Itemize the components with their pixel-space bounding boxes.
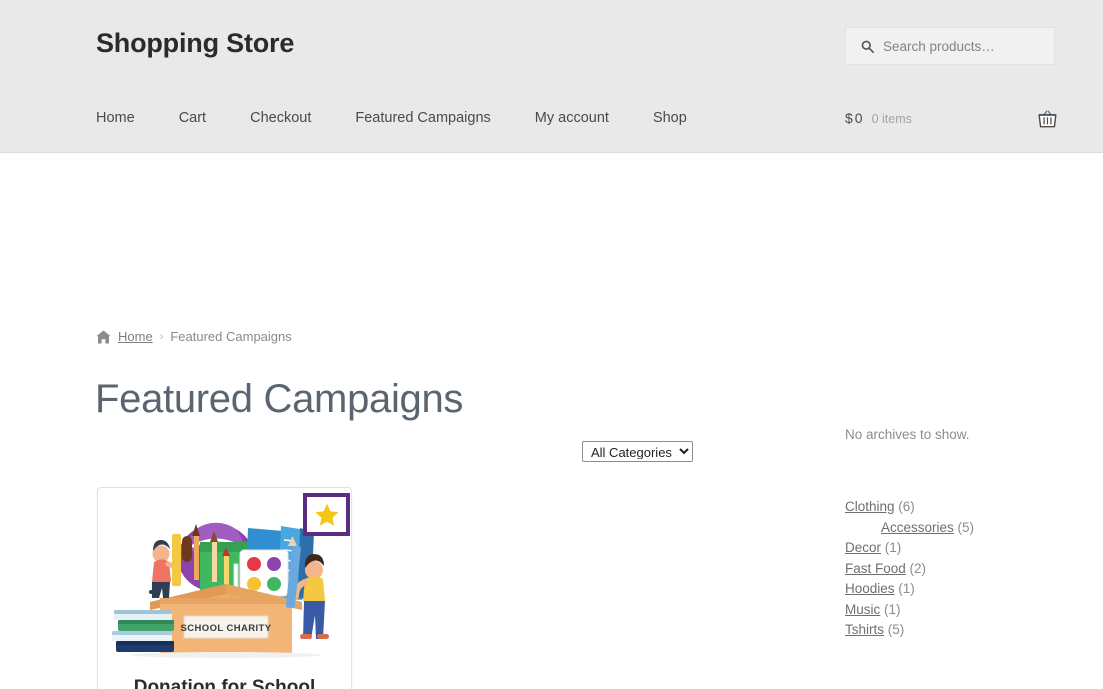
category-item-decor[interactable]: Decor (1) bbox=[845, 538, 1060, 559]
category-item-music[interactable]: Music (1) bbox=[845, 600, 1060, 621]
category-item-accessories[interactable]: Accessories (5) bbox=[845, 518, 1060, 539]
shopping-basket-icon[interactable] bbox=[1038, 110, 1057, 128]
breadcrumb-home-link[interactable]: Home bbox=[118, 329, 153, 344]
category-item-clothing[interactable]: Clothing (6) bbox=[845, 497, 1060, 518]
product-categories-list: Clothing (6) Accessories (5) Decor (1) F… bbox=[845, 497, 1060, 641]
main-nav: Home Cart Checkout Featured Campaigns My… bbox=[96, 108, 687, 128]
campaign-card[interactable]: SCHOOL CHARITY Donation for School bbox=[97, 487, 352, 689]
search-box[interactable] bbox=[845, 27, 1055, 65]
cart-summary[interactable]: $0 0 items bbox=[845, 110, 912, 126]
category-link[interactable]: Decor bbox=[845, 540, 881, 555]
svg-text:SCHOOL CHARITY: SCHOOL CHARITY bbox=[181, 623, 272, 634]
category-item-fast-food[interactable]: Fast Food (2) bbox=[845, 559, 1060, 580]
cart-item-count: 0 items bbox=[871, 112, 912, 126]
nav-item-featured-campaigns[interactable]: Featured Campaigns bbox=[355, 108, 490, 128]
breadcrumb-separator: › bbox=[159, 330, 164, 343]
search-icon bbox=[861, 40, 874, 53]
nav-item-cart[interactable]: Cart bbox=[179, 108, 206, 128]
category-count: (6) bbox=[898, 499, 915, 514]
nav-item-shop[interactable]: Shop bbox=[653, 108, 687, 128]
category-link[interactable]: Music bbox=[845, 602, 880, 617]
page-title: Featured Campaigns bbox=[95, 377, 464, 421]
site-title: Shopping Store bbox=[96, 28, 295, 58]
breadcrumb-current: Featured Campaigns bbox=[170, 329, 292, 344]
category-count: (5) bbox=[887, 622, 905, 637]
campaign-title: Donation for School bbox=[133, 677, 316, 689]
category-count: (2) bbox=[909, 560, 927, 576]
sidebar: No archives to show. Clothing (6) Access… bbox=[845, 425, 1060, 641]
category-link[interactable]: Tshirts bbox=[845, 622, 884, 637]
search-input[interactable] bbox=[883, 38, 1053, 54]
site-header: Shopping Store Home Cart Checkout Featur… bbox=[0, 0, 1103, 153]
category-link[interactable]: Hoodies bbox=[845, 581, 895, 596]
cart-amount-value: 0 bbox=[854, 110, 863, 126]
nav-item-checkout[interactable]: Checkout bbox=[250, 108, 311, 128]
nav-item-my-account[interactable]: My account bbox=[535, 108, 609, 128]
campaign-card-media: SCHOOL CHARITY bbox=[98, 488, 351, 660]
category-count: (1) bbox=[898, 581, 915, 596]
category-count: (1) bbox=[884, 601, 901, 617]
category-item-hoodies[interactable]: Hoodies (1) bbox=[845, 579, 1060, 600]
cart-total: $0 bbox=[845, 110, 863, 126]
category-filter-select[interactable]: All Categories bbox=[582, 441, 693, 462]
nav-item-home[interactable]: Home bbox=[96, 108, 135, 128]
category-count: (1) bbox=[884, 540, 902, 555]
home-icon bbox=[96, 330, 111, 344]
category-link[interactable]: Fast Food bbox=[845, 561, 906, 576]
breadcrumb: Home › Featured Campaigns bbox=[96, 329, 292, 344]
category-count: (5) bbox=[957, 519, 975, 535]
cart-currency: $ bbox=[845, 110, 853, 126]
category-link[interactable]: Clothing bbox=[845, 499, 895, 514]
star-icon bbox=[314, 502, 340, 528]
category-filter[interactable]: All Categories bbox=[582, 441, 693, 462]
featured-star-badge[interactable] bbox=[303, 493, 350, 536]
archives-note: No archives to show. bbox=[845, 427, 970, 442]
category-link[interactable]: Accessories bbox=[881, 520, 954, 535]
category-item-tshirts[interactable]: Tshirts (5) bbox=[845, 620, 1060, 641]
